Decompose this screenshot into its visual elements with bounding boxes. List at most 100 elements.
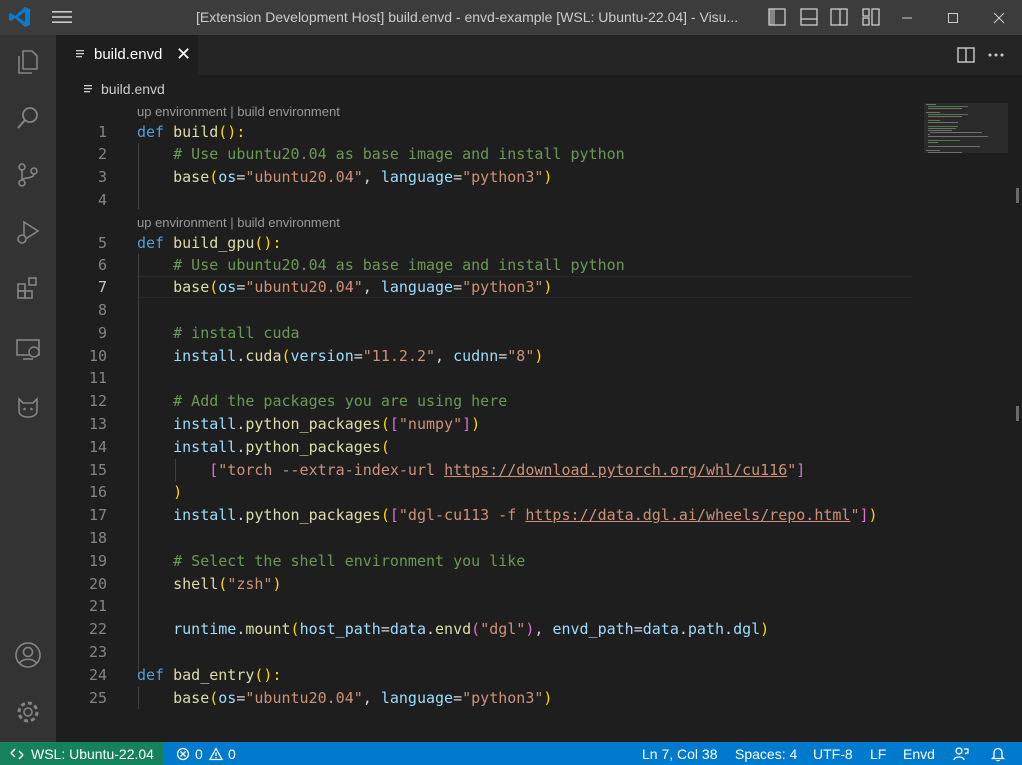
file-lines-icon [84, 85, 92, 93]
notifications-bell-icon[interactable] [990, 746, 1006, 762]
code-line: def bad_entry(): [137, 666, 282, 684]
vertical-scrollbar[interactable] [1008, 103, 1022, 742]
minimize-icon [902, 17, 912, 18]
window-title: [Extension Development Host] build.envd … [196, 9, 739, 25]
cursor-position[interactable]: Ln 7, Col 38 [642, 746, 718, 762]
minimize-button[interactable] [884, 0, 930, 35]
encoding[interactable]: UTF-8 [813, 746, 853, 762]
manage-gear-icon [17, 701, 39, 723]
explorer-icon [18, 50, 38, 74]
maximize-button[interactable] [930, 0, 976, 35]
minimap[interactable] [914, 103, 1008, 742]
line-number: 4 [97, 191, 107, 209]
toggle-primary-sidebar-icon[interactable] [766, 6, 788, 28]
feedback-icon[interactable] [953, 746, 969, 762]
explorer-button[interactable] [8, 42, 48, 82]
error-count: 0 [195, 746, 203, 762]
breadcrumb: build.envd [56, 75, 1022, 103]
close-window-button[interactable] [976, 0, 1022, 35]
url-link[interactable]: https://download.pytorch.org/whl/cu116 [444, 461, 787, 479]
manage-button[interactable] [8, 692, 48, 732]
line-number: 6 [97, 256, 107, 274]
line-number: 10 [88, 347, 107, 365]
code-editor[interactable]: up environment | build environment up en… [56, 103, 914, 742]
menu-icon[interactable] [51, 8, 73, 26]
code-line: ) [173, 483, 183, 501]
line-ending[interactable]: LF [870, 746, 886, 762]
activity-bar [0, 35, 56, 742]
line-number: 24 [88, 666, 107, 684]
line-number: 9 [97, 324, 107, 342]
remote-explorer-icon [16, 339, 40, 360]
breadcrumb-file[interactable]: build.envd [101, 81, 165, 97]
code-line: # Add the packages you are using here [173, 392, 508, 410]
language-mode[interactable]: Envd [903, 746, 935, 762]
line-number: 18 [88, 529, 107, 547]
line-number: 7 [97, 278, 107, 296]
line-number: 2 [97, 145, 107, 163]
toggle-panel-icon[interactable] [798, 6, 820, 28]
extensions-button[interactable] [8, 268, 48, 308]
run-debug-button[interactable] [8, 212, 48, 252]
search-icon [17, 107, 38, 129]
github-button[interactable] [8, 387, 48, 427]
code-line: base(os="ubuntu20.04", language="python3… [173, 168, 553, 186]
status-bar: WSL: Ubuntu-22.04 0 0 Ln 7, Col 38 Space… [0, 742, 1022, 765]
code-line: # Use ubuntu20.04 as base image and inst… [173, 145, 625, 163]
code-line: base(os="ubuntu20.04", language="python3… [173, 278, 553, 296]
toggle-secondary-sidebar-icon[interactable] [828, 6, 850, 28]
indentation[interactable]: Spaces: 4 [735, 746, 797, 762]
codelens-build[interactable]: up environment | build environment [137, 103, 340, 121]
extensions-icon [17, 277, 37, 299]
close-icon [993, 12, 1005, 23]
run-debug-icon [17, 220, 40, 244]
line-number: 1 [97, 123, 107, 141]
accounts-icon [15, 642, 41, 668]
search-button[interactable] [8, 98, 48, 138]
url-link[interactable]: https://data.dgl.ai/wheels/repo.html [525, 506, 850, 524]
code-line: install.python_packages( [173, 438, 390, 456]
github-icon [18, 397, 38, 418]
split-editor-icon[interactable] [956, 45, 976, 65]
code-line: def build_gpu(): [137, 234, 282, 252]
tab-label: build.envd [94, 46, 163, 63]
minimap-preview [924, 103, 1008, 153]
maximize-icon [948, 12, 958, 23]
line-number: 23 [88, 643, 107, 661]
tab-close-icon[interactable]: ✕ [176, 45, 191, 63]
more-actions-icon[interactable] [986, 45, 1006, 65]
line-number: 15 [88, 461, 107, 479]
remote-explorer-button[interactable] [8, 329, 48, 369]
line-number: 11 [88, 369, 107, 387]
line-number: 13 [88, 415, 107, 433]
line-number: 17 [88, 506, 107, 524]
code-line: # Use ubuntu20.04 as base image and inst… [173, 256, 625, 274]
code-line: install.python_packages(["dgl-cu113 -f h… [173, 506, 878, 524]
line-number: 16 [88, 483, 107, 501]
line-number: 25 [88, 689, 107, 707]
scroll-marker [1016, 406, 1019, 421]
line-number: 19 [88, 552, 107, 570]
scroll-marker [1016, 188, 1019, 203]
codelens-build-gpu[interactable]: up environment | build environment [137, 214, 340, 232]
customize-layout-icon[interactable] [860, 6, 882, 28]
accounts-button[interactable] [8, 635, 48, 675]
code-line: runtime.mount(host_path=data.envd("dgl")… [173, 620, 770, 638]
code-line: # install cuda [173, 324, 300, 342]
source-control-icon [18, 163, 38, 187]
remote-indicator[interactable]: WSL: Ubuntu-22.04 [0, 742, 163, 765]
tab-build-envd[interactable]: build.envd ✕ [56, 35, 198, 75]
code-line: ["torch --extra-index-url https://downlo… [209, 461, 806, 479]
source-control-button[interactable] [8, 155, 48, 195]
line-number: 14 [88, 438, 107, 456]
code-line: base(os="ubuntu20.04", language="python3… [173, 689, 553, 707]
editor-tabs: build.envd ✕ [56, 35, 1022, 75]
remote-icon [10, 748, 24, 760]
code-line: def build(): [137, 123, 246, 141]
line-number: 5 [97, 234, 107, 252]
title-bar: [Extension Development Host] build.envd … [0, 0, 1022, 35]
file-lines-icon [76, 50, 84, 58]
code-line: shell("zsh") [173, 575, 282, 593]
line-number: 8 [97, 301, 107, 319]
line-number: 21 [88, 597, 107, 615]
